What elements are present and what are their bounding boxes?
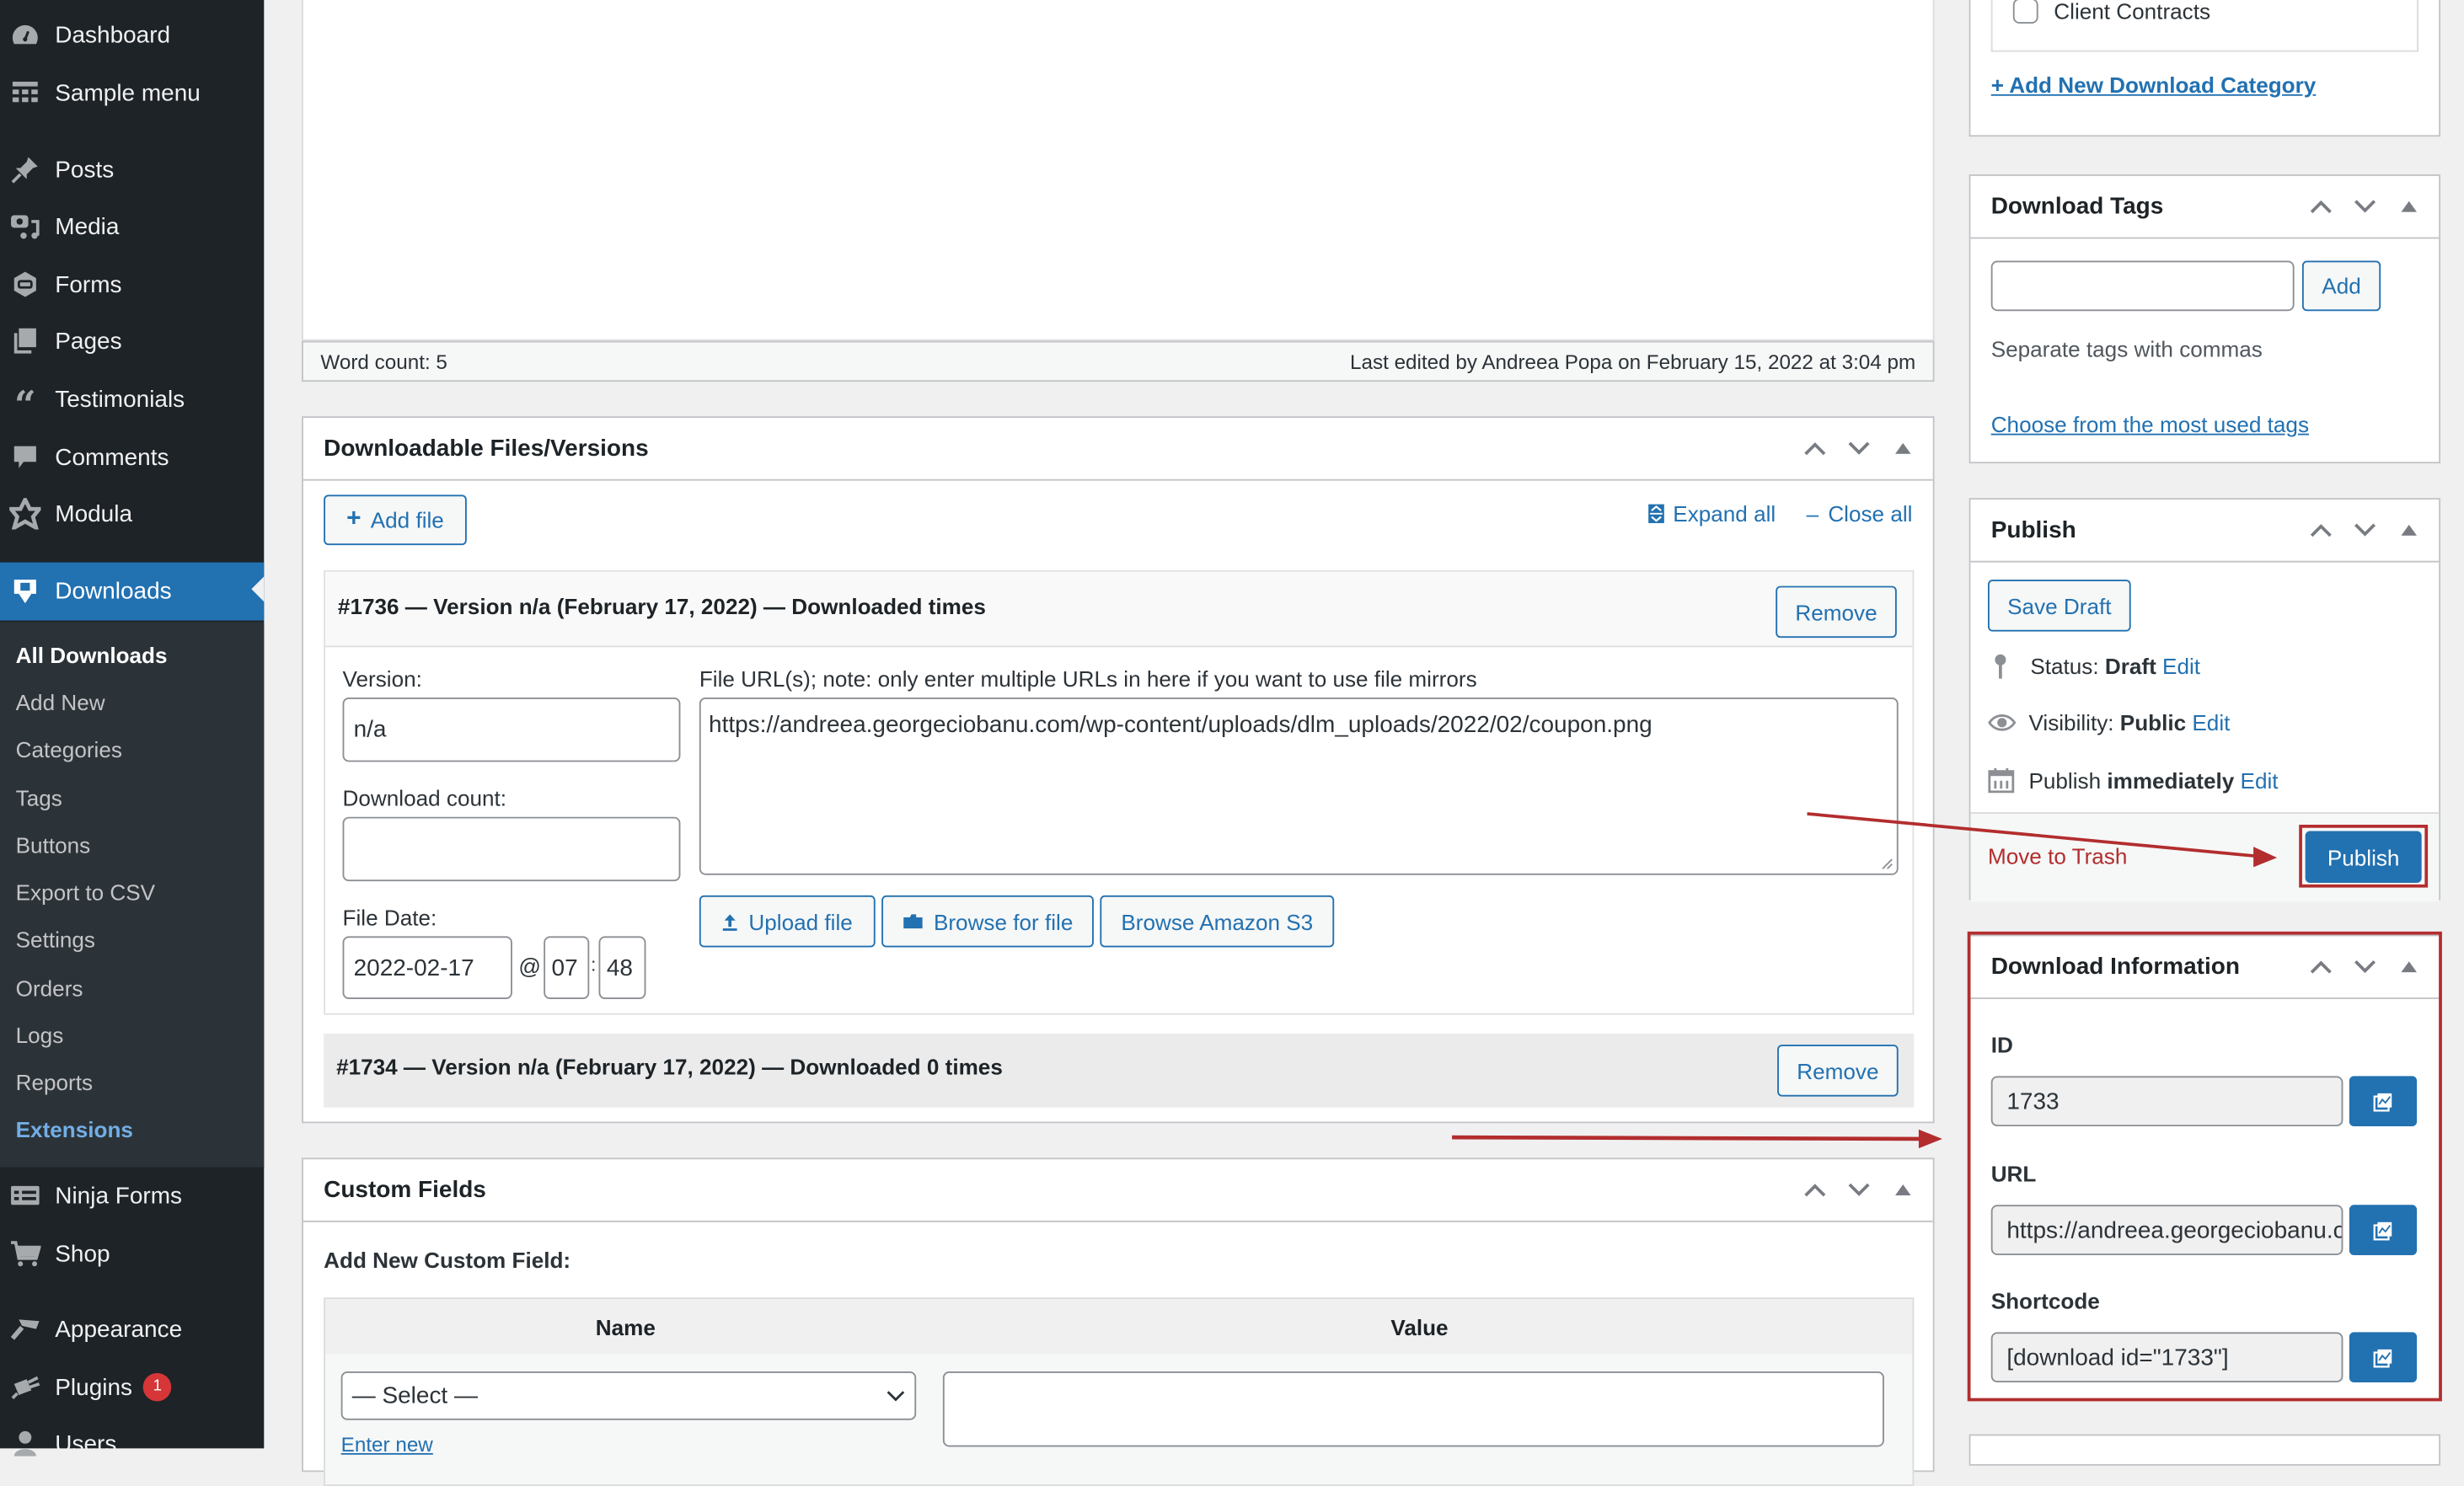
arrow-to-publish xyxy=(1807,812,2258,858)
arrow-head-publish xyxy=(2253,847,2278,868)
arrow-to-download-info xyxy=(1452,1135,1920,1141)
annotation-arrows xyxy=(1452,812,2278,1149)
arrow-head-download-info xyxy=(1918,1129,1942,1149)
